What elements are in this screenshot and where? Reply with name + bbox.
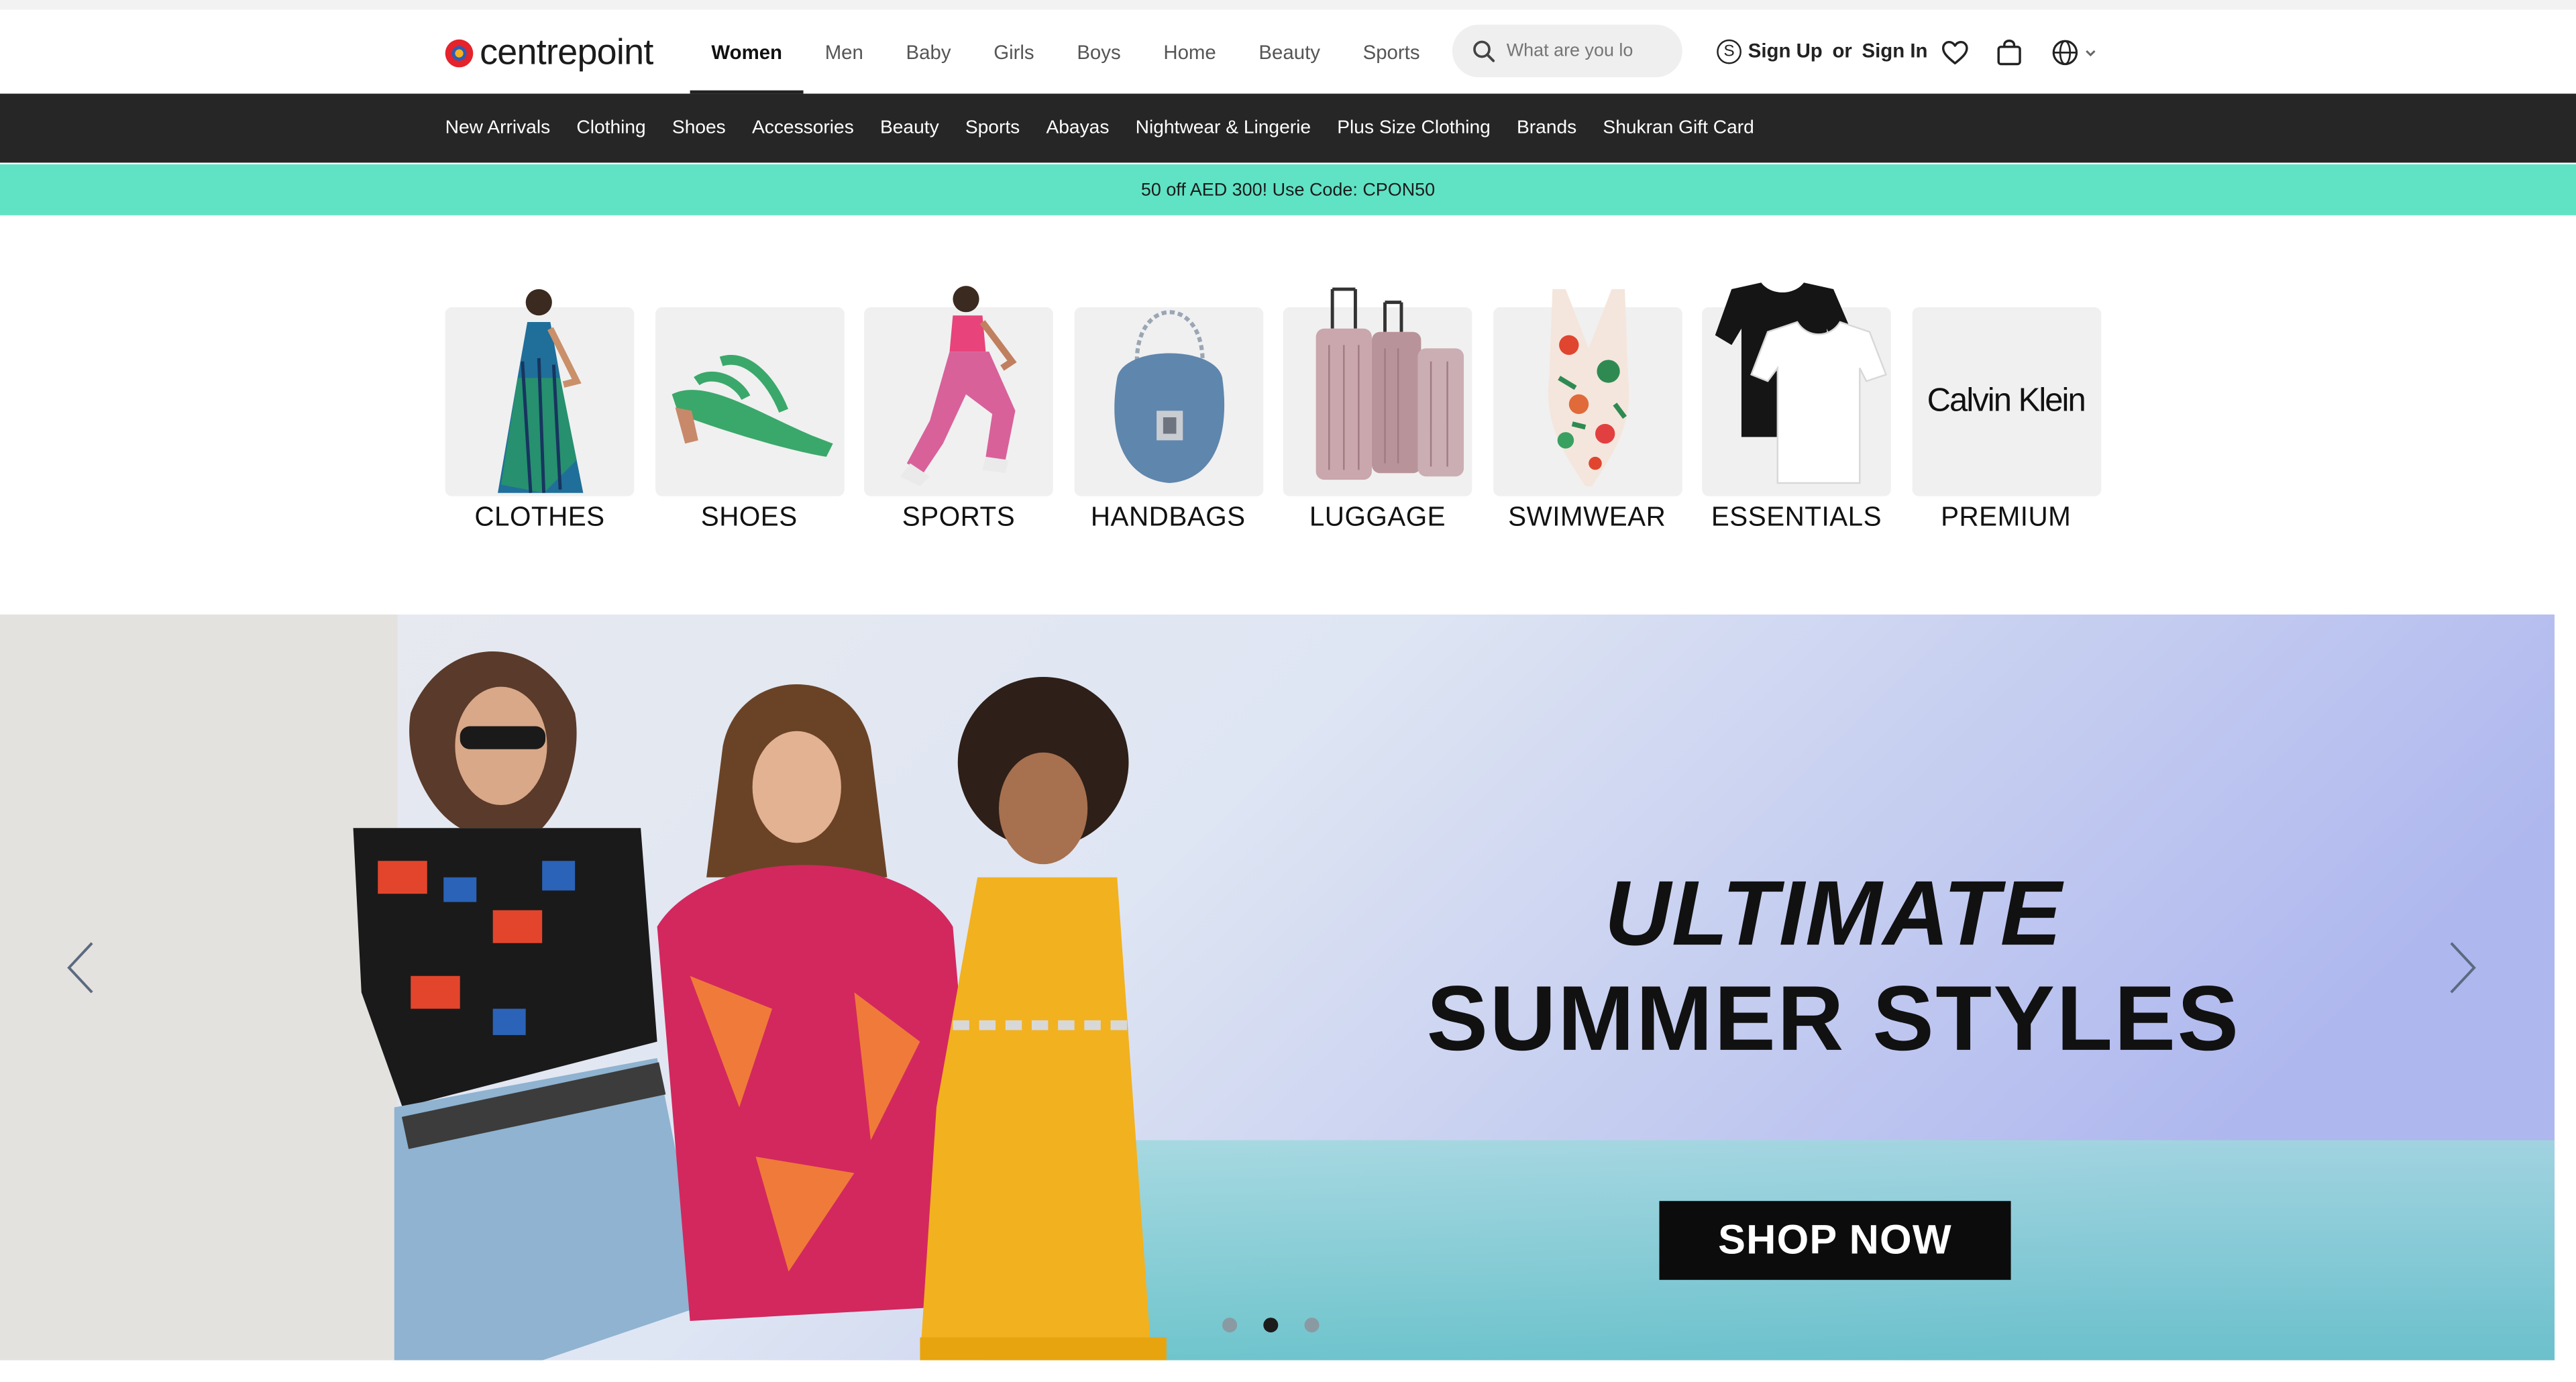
category-shoes-label: SHOES (700, 502, 798, 533)
shop-now-button[interactable]: SHOP NOW (1659, 1201, 2011, 1280)
nav-beauty[interactable]: Beauty (1238, 10, 1342, 94)
subnav-shoes[interactable]: Shoes (672, 118, 726, 138)
logo-text: centrepoint (480, 31, 653, 72)
subnav-nightwear-lingerie[interactable]: Nightwear & Lingerie (1136, 118, 1311, 138)
shukran-coin-icon: S (1717, 38, 1741, 64)
category-essentials[interactable]: ESSENTIALS (1702, 279, 1891, 534)
hero-title-line2: SUMMER STYLES (1426, 966, 2241, 1070)
nav-boys[interactable]: Boys (1055, 10, 1142, 94)
hero-banner[interactable]: ULTIMATE SUMMER STYLES SHOP NOW (0, 614, 2555, 1361)
category-swimwear-image (1492, 279, 1682, 496)
category-shoes-image (654, 279, 844, 496)
category-luggage-label: LUGGAGE (1309, 502, 1446, 533)
nav-sports[interactable]: Sports (1342, 10, 1442, 94)
nav-girls[interactable]: Girls (972, 10, 1055, 94)
chevron-down-icon (2086, 50, 2096, 57)
globe-icon[interactable] (2050, 38, 2099, 67)
logo-mark-icon (445, 38, 474, 67)
subnav-sports[interactable]: Sports (965, 118, 1020, 138)
category-clothes-image (445, 279, 635, 496)
subnav-clothing[interactable]: Clothing (576, 118, 645, 138)
subnav-abayas[interactable]: Abayas (1046, 118, 1109, 138)
search-box[interactable] (1452, 24, 1682, 78)
subnav-shukran-gift-card[interactable]: Shukran Gift Card (1603, 118, 1754, 138)
category-clothes-label: CLOTHES (474, 502, 605, 533)
account-links: S Sign Up or Sign In (1717, 36, 1927, 66)
hero-dot-2[interactable] (1263, 1318, 1279, 1333)
nav-baby[interactable]: Baby (885, 10, 973, 94)
category-swimwear-label: SWIMWEAR (1508, 502, 1666, 533)
logo[interactable]: centrepoint (445, 31, 653, 72)
bag-icon[interactable] (1994, 38, 2024, 67)
hero-pagination (1222, 1318, 1320, 1333)
category-premium-label: PREMIUM (1941, 502, 2072, 533)
category-premium-image: Calvin Klein (1911, 279, 2101, 496)
category-swimwear[interactable]: SWIMWEAR (1492, 279, 1682, 534)
category-essentials-image (1702, 279, 1891, 496)
category-shoes[interactable]: SHOES (654, 279, 844, 534)
subnav-accessories[interactable]: Accessories (752, 118, 854, 138)
search-input[interactable] (1506, 41, 1652, 61)
search-icon (1473, 40, 1495, 62)
hero-prev-chevron-left-icon[interactable] (62, 940, 99, 996)
hero-dot-1[interactable] (1222, 1318, 1238, 1333)
subnav-brands[interactable]: Brands (1517, 118, 1576, 138)
category-essentials-label: ESSENTIALS (1711, 502, 1882, 533)
category-luggage-image (1283, 279, 1472, 496)
category-subnav: New Arrivals Clothing Shoes Accessories … (0, 93, 2576, 163)
calvin-klein-logo: Calvin Klein (1927, 382, 2086, 419)
category-luggage[interactable]: LUGGAGE (1283, 279, 1472, 534)
hero-title-line1: ULTIMATE (1604, 861, 2063, 965)
promo-banner[interactable]: 50 off AED 300! Use Code: CPON50 (0, 164, 2576, 215)
category-sports-label: SPORTS (902, 502, 1016, 533)
subnav-beauty[interactable]: Beauty (880, 118, 939, 138)
category-sports-image (864, 279, 1053, 496)
top-strip (0, 0, 2576, 10)
category-carousel: CLOTHES SHOES SPORTS HANDBAGS LUGGAGE SW… (445, 279, 2121, 534)
or-text: or (1832, 39, 1852, 63)
category-handbags[interactable]: HANDBAGS (1073, 279, 1263, 534)
sign-in-link[interactable]: Sign In (1862, 40, 1928, 62)
category-handbags-image (1073, 279, 1263, 496)
main-nav: Women Men Baby Girls Boys Home Beauty Sp… (690, 10, 1442, 94)
nav-home[interactable]: Home (1142, 10, 1238, 94)
nav-women[interactable]: Women (690, 10, 804, 94)
subnav-new-arrivals[interactable]: New Arrivals (445, 118, 551, 138)
hero-dot-3[interactable] (1304, 1318, 1320, 1333)
category-sports[interactable]: SPORTS (864, 279, 1053, 534)
category-handbags-label: HANDBAGS (1090, 502, 1246, 533)
page-bottom-edge (0, 1360, 2576, 1382)
hero-next-chevron-right-icon[interactable] (2445, 940, 2481, 996)
subnav-plus-size[interactable]: Plus Size Clothing (1337, 118, 1491, 138)
category-premium[interactable]: Calvin Klein PREMIUM (1911, 279, 2101, 534)
nav-men[interactable]: Men (804, 10, 885, 94)
category-clothes[interactable]: CLOTHES (445, 279, 635, 534)
heart-icon[interactable] (1940, 38, 1970, 67)
hero-title: ULTIMATE SUMMER STYLES (1413, 861, 2254, 1071)
sign-up-link[interactable]: Sign Up (1748, 40, 1823, 62)
